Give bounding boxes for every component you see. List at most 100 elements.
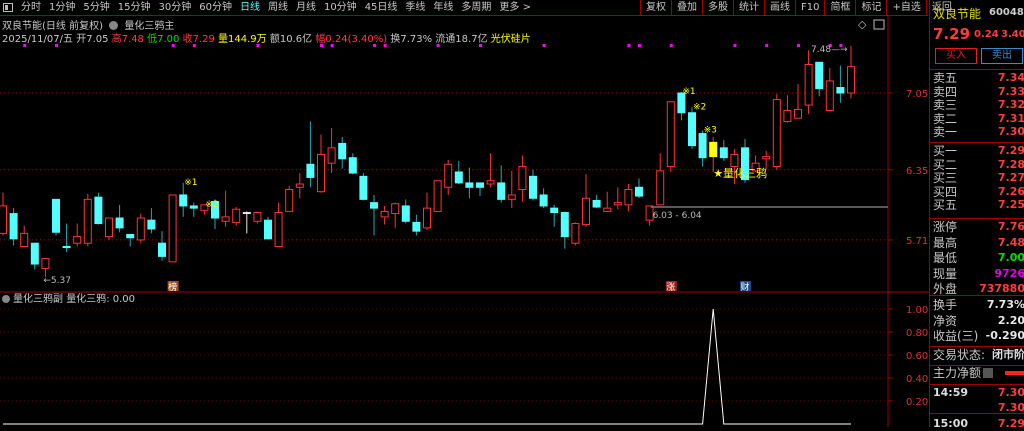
ask-row: 卖四 7.33 [933, 85, 1024, 99]
stat-row: 现量 9726 [933, 267, 1024, 281]
bid-row-value: 7.28 [997, 157, 1024, 171]
trade-status-value: 闭市阶 [992, 348, 1024, 361]
range-label: 6.03 - 6.04 [653, 211, 702, 221]
sub-axis-label: 0.80 [906, 328, 928, 339]
candle-body [0, 205, 7, 234]
candle-body [529, 175, 537, 199]
price-axis-label: 5.71 [906, 236, 928, 247]
stock-code: 600481 [989, 7, 1024, 18]
candle-body [698, 133, 707, 159]
sell-button[interactable]: 卖出 [981, 48, 1023, 64]
candle [804, 50, 813, 114]
event-dot [638, 44, 641, 47]
candle [624, 184, 633, 212]
candle-body [295, 183, 304, 188]
sub-axis-label: 1.00 [906, 305, 928, 316]
event-dot [542, 44, 546, 47]
candle [242, 211, 251, 234]
candle-body [454, 171, 463, 184]
main-flow-bar [1005, 371, 1024, 375]
price-axis-label: 6.35 [906, 166, 928, 177]
candle-body [327, 147, 336, 164]
candle-body [730, 153, 739, 167]
candle-body [20, 232, 29, 248]
candle [794, 84, 802, 119]
sub-axis-label: 0.60 [906, 351, 928, 362]
candle-body [136, 217, 145, 241]
price-change-pct: 3.40% [1001, 29, 1024, 40]
signal-annotation: ※1 [682, 87, 695, 97]
candle [550, 204, 559, 227]
ask-row-value: 7.33 [997, 84, 1024, 98]
divider [930, 384, 1024, 385]
menu-icon[interactable] [983, 368, 994, 378]
bid-row: 买五 7.25 [933, 198, 1024, 212]
sub-indicator-line [3, 308, 851, 425]
candle [560, 211, 569, 249]
event-dot [256, 44, 260, 47]
candle-body [476, 182, 484, 188]
candle-body [401, 205, 410, 222]
quote-panel: 双良节能 600481 7.29 0.24 3.40% 买入 卖出 卖五 7.34… [929, 0, 1024, 430]
buy-button[interactable]: 买入 [935, 48, 977, 64]
candle [688, 107, 696, 149]
candle-body [444, 163, 453, 188]
event-badge-text: 财 [741, 281, 750, 293]
candle [815, 61, 824, 97]
candle [783, 95, 792, 123]
candle-body [73, 236, 82, 244]
candle-body [465, 182, 474, 188]
candle [433, 180, 442, 212]
ask-row: 卖三 7.32 [933, 98, 1024, 112]
candle-body [550, 207, 559, 214]
divider [930, 295, 1024, 296]
bid-row: 买三 7.27 [933, 171, 1024, 185]
candle-body [847, 66, 855, 94]
candle [41, 258, 50, 278]
candle [359, 173, 368, 201]
stat-row-label: 最高 [933, 235, 958, 250]
event-dot [436, 44, 440, 47]
candle-body [666, 101, 675, 167]
candle [348, 153, 357, 175]
high-price-label: 7.48—→ [811, 45, 848, 55]
sub-dropdown-icon[interactable] [2, 295, 10, 303]
stat2-row: 收益(三) -0.290 [933, 329, 1024, 343]
sub-indicator-title[interactable]: 量化三鸦副 量化三鸦: 0.00 [13, 292, 135, 305]
candle [465, 167, 474, 199]
price-change: 0.24 [974, 29, 999, 40]
tick-row-label: 14:59 [933, 386, 969, 399]
candle [423, 192, 431, 231]
candle-body [52, 198, 60, 233]
stat-row: 最高 7.48 [933, 236, 1024, 250]
candle [115, 204, 124, 233]
candle-body [9, 213, 18, 240]
candle-body [391, 203, 400, 215]
bid-row: 买一 7.29 [933, 144, 1024, 158]
kline-chart[interactable]: ◇ 7.05 6.35 5.71 ※1 ※2 ※1 ※2 ※3 ★量化三鸦 ←5.37 7.48—→… [0, 0, 929, 427]
ask-row: 卖二 7.31 [933, 112, 1024, 126]
bid-row-value: 7.29 [997, 144, 1024, 157]
candle-body [264, 219, 272, 240]
event-dot [23, 44, 27, 47]
diamond-icon[interactable]: ◇ [858, 18, 867, 31]
window-toggle-icon[interactable] [873, 19, 885, 30]
ask-row-label: 卖五 [933, 71, 958, 85]
bid-row-label: 买三 [933, 171, 958, 186]
candle-body [126, 233, 135, 239]
candle-body [380, 210, 389, 218]
candle [698, 130, 707, 167]
candle [295, 173, 304, 199]
ask-row-value: 7.34 [997, 71, 1024, 84]
bid-row-label: 买四 [933, 184, 958, 199]
candle-body [507, 194, 516, 200]
tick-row-value: 7.29 [997, 417, 1024, 430]
candle [836, 65, 845, 103]
signal-annotation: ★量化三鸦 [713, 166, 767, 180]
candle [507, 170, 516, 209]
candle-body [624, 188, 633, 206]
sub-axis-label: 0.40 [906, 374, 928, 385]
candle-body [613, 202, 622, 206]
candle-body [592, 199, 601, 208]
ask-row-label: 卖三 [933, 98, 958, 113]
